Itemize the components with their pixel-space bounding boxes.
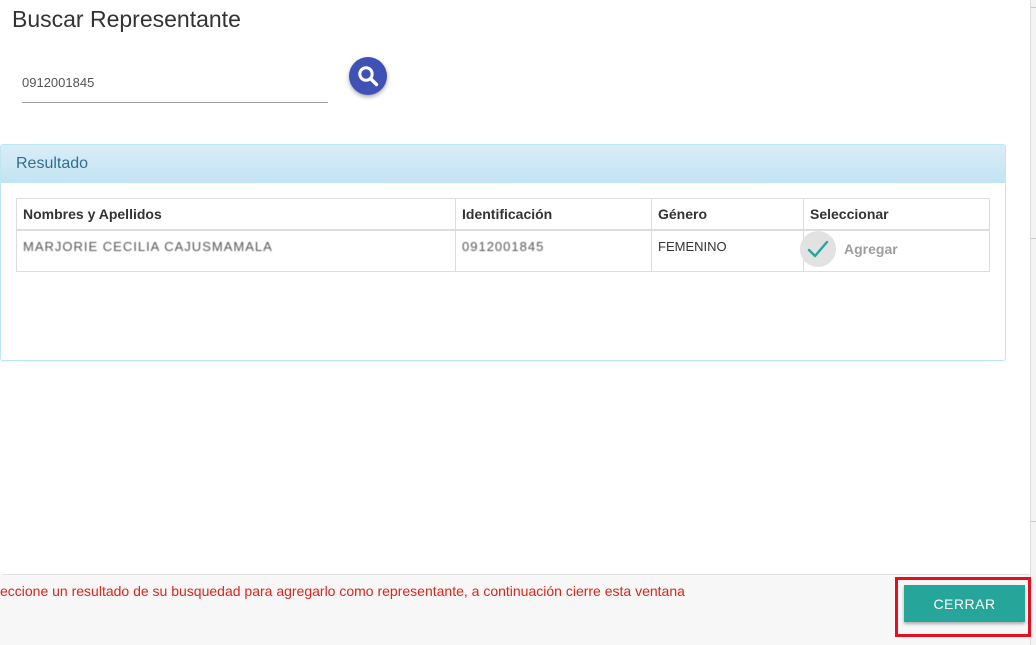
cell-identification: 0912001845 <box>455 229 652 272</box>
search-icon <box>358 66 379 87</box>
col-header-identification: Identificación <box>455 198 652 231</box>
search-representative-modal: Buscar Representante Resultado Nombres y… <box>0 0 1030 574</box>
cell-name-text: MARJORIE CECILIA CAJUSMAMALA <box>23 239 273 254</box>
cell-name: MARJORIE CECILIA CAJUSMAMALA <box>16 229 456 272</box>
table-header-row: Nombres y Apellidos Identificación Géner… <box>16 198 990 231</box>
gutter-divider <box>1031 521 1036 522</box>
cell-select: Agregar <box>800 229 990 272</box>
instruction-message: eccione un resultado de su busquedad par… <box>0 583 685 599</box>
col-header-gender: Género <box>651 198 804 231</box>
col-header-select: Seleccionar <box>803 198 990 231</box>
results-panel: Resultado Nombres y Apellidos Identifica… <box>0 144 1006 361</box>
cell-gender: FEMENINO <box>651 229 804 272</box>
table-row: MARJORIE CECILIA CAJUSMAMALA 0912001845 … <box>16 229 990 272</box>
close-button[interactable]: CERRAR <box>904 585 1025 622</box>
search-input[interactable] <box>22 62 328 103</box>
col-header-names: Nombres y Apellidos <box>16 198 456 231</box>
cell-id-text: 0912001845 <box>462 239 545 254</box>
add-label[interactable]: Agregar <box>844 241 898 257</box>
check-icon <box>807 240 829 258</box>
page-scroll-gutter <box>1030 0 1036 645</box>
gutter-divider <box>1031 7 1036 8</box>
results-table: Nombres y Apellidos Identificación Géner… <box>16 198 990 272</box>
search-button[interactable] <box>349 57 387 95</box>
select-check-button[interactable] <box>800 231 836 267</box>
results-panel-heading: Resultado <box>1 145 1005 183</box>
modal-title: Buscar Representante <box>12 6 241 32</box>
gutter-divider <box>1031 238 1036 239</box>
